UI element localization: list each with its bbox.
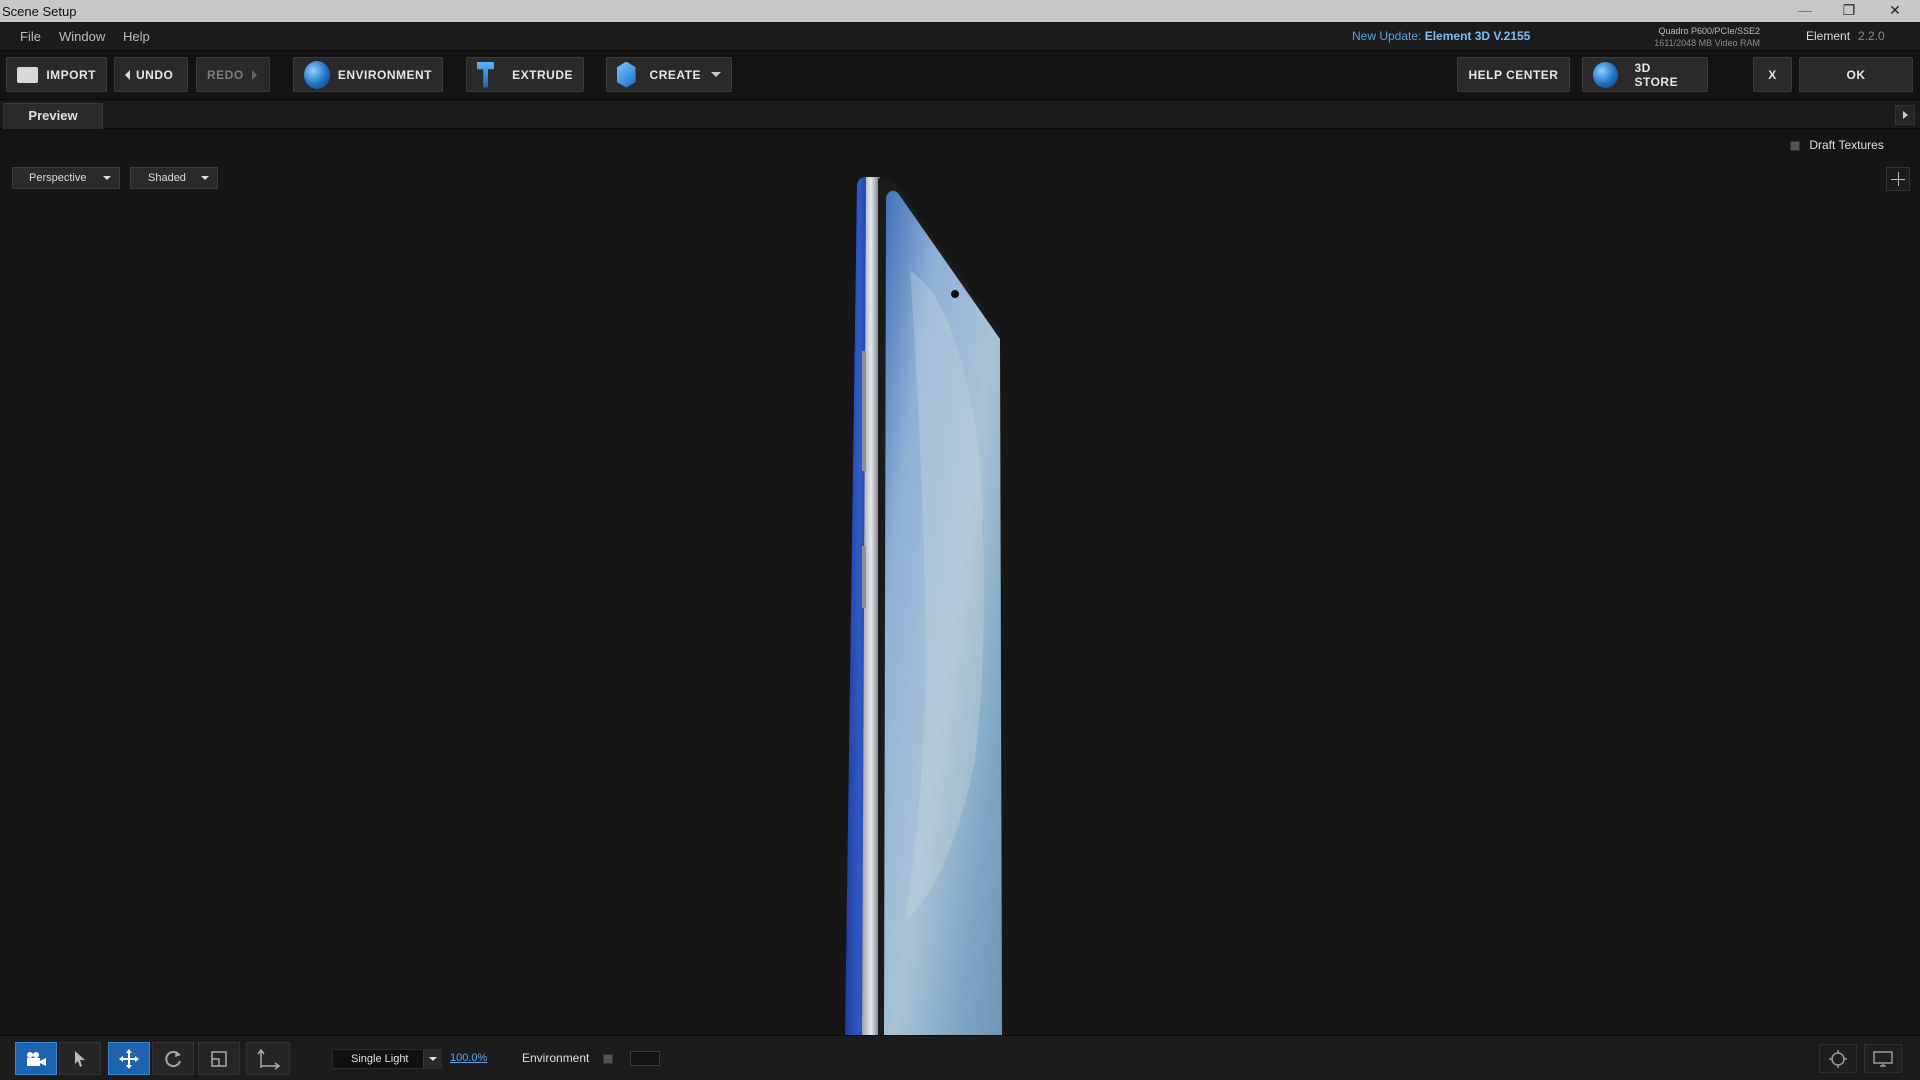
update-notice[interactable]: New Update: Element 3D V.2155 <box>1352 29 1530 43</box>
monitor-icon <box>1873 1050 1893 1067</box>
main-toolbar: IMPORT UNDO REDO ENVIRONMENT EXTRUDE CRE… <box>0 52 1920 100</box>
lighting-preset-value: Single Light <box>351 1053 409 1065</box>
create-label: CREATE <box>649 67 701 82</box>
rotate-tool[interactable] <box>152 1042 194 1075</box>
gpu-name: Quadro P600/PCIe/SSE2 <box>1658 26 1760 36</box>
update-version: Element 3D V.2155 <box>1424 29 1531 43</box>
help-center-button[interactable]: HELP CENTER <box>1457 57 1570 92</box>
chevron-down-icon <box>423 1050 441 1068</box>
store-label: 3D STORE <box>1634 60 1679 89</box>
import-button[interactable]: IMPORT <box>6 57 107 92</box>
redo-button[interactable]: REDO <box>196 57 270 92</box>
rotate-icon <box>165 1050 181 1067</box>
scale-icon <box>211 1050 227 1067</box>
draft-textures-toggle[interactable]: Draft Textures <box>1790 138 1884 152</box>
extrude-t-icon <box>477 61 495 88</box>
front-camera <box>951 290 959 298</box>
camera-tool[interactable] <box>15 1042 57 1075</box>
environment-checkbox[interactable] <box>602 1053 613 1064</box>
preview-options-bar: Draft Textures <box>0 130 1920 160</box>
draft-textures-checkbox[interactable] <box>1790 140 1800 151</box>
display-settings-button[interactable] <box>1864 1044 1902 1073</box>
environment-button[interactable]: ENVIRONMENT <box>293 57 443 92</box>
update-prefix: New Update: <box>1352 29 1422 43</box>
move-tool[interactable] <box>108 1042 150 1075</box>
ok-button[interactable]: OK <box>1799 57 1913 92</box>
environment-toggle-label: Environment <box>522 1051 590 1065</box>
help-center-label: HELP CENTER <box>1468 67 1559 82</box>
select-icon <box>75 1050 85 1067</box>
scale-tool[interactable] <box>198 1042 240 1075</box>
folder-icon <box>17 66 39 83</box>
tab-preview[interactable]: Preview <box>3 103 103 129</box>
menu-file[interactable]: File <box>20 29 41 44</box>
product-version: Element 2.2.0 <box>1806 29 1885 43</box>
select-tool[interactable] <box>59 1042 101 1075</box>
restore-icon[interactable]: ❐ <box>1826 0 1872 22</box>
title-bar: Scene Setup — ❐ ✕ <box>0 0 1920 22</box>
version-number: 2.2.0 <box>1858 29 1885 43</box>
cancel-label: X <box>1768 67 1777 82</box>
render-settings-button[interactable] <box>1819 1044 1857 1073</box>
cancel-button[interactable]: X <box>1753 57 1792 92</box>
undo-arrow-icon <box>125 69 130 80</box>
close-window-icon[interactable]: ✕ <box>1872 0 1918 22</box>
gpu-info: Quadro P600/PCIe/SSE2 1611/2048 MB Video… <box>1640 25 1760 49</box>
menu-help[interactable]: Help <box>123 29 150 44</box>
target-icon <box>1829 1049 1847 1068</box>
bottom-toolbar: Single Light 100.0% Environment <box>0 1035 1920 1080</box>
undo-button[interactable]: UNDO <box>114 57 188 92</box>
menu-bar: File Window Help New Update: Element 3D … <box>0 22 1920 51</box>
phone-model <box>845 176 1003 1035</box>
ok-label: OK <box>1846 67 1866 82</box>
draft-textures-label: Draft Textures <box>1809 138 1884 152</box>
globe-icon <box>304 60 330 89</box>
3d-store-button[interactable]: 3D STORE <box>1582 57 1708 92</box>
camera-icon <box>27 1051 46 1066</box>
lighting-preset-select[interactable]: Single Light <box>332 1049 442 1069</box>
redo-label: REDO <box>207 67 244 82</box>
extrude-label: EXTRUDE <box>512 67 573 82</box>
window-title: Scene Setup <box>2 4 77 19</box>
extrude-button[interactable]: EXTRUDE <box>466 57 584 92</box>
move-icon <box>119 1048 139 1069</box>
store-globe-icon <box>1593 61 1619 88</box>
chevron-down-icon <box>711 72 721 77</box>
expand-panel-icon[interactable] <box>1895 105 1915 125</box>
gpu-ram: 1611/2048 MB Video RAM <box>1654 38 1760 48</box>
panel-tab-bar: Preview <box>0 101 1920 129</box>
menu-window[interactable]: Window <box>59 29 105 44</box>
axis-icon <box>257 1048 280 1070</box>
minimize-icon[interactable]: — <box>1782 0 1828 22</box>
cube-icon <box>617 61 636 88</box>
undo-label: UNDO <box>136 67 174 82</box>
environment-color-swatch[interactable] <box>630 1051 660 1066</box>
environment-label: ENVIRONMENT <box>337 67 432 82</box>
product-name: Element <box>1806 29 1851 43</box>
3d-viewport[interactable]: Perspective Shaded <box>0 161 1920 1035</box>
power-button <box>862 546 866 608</box>
volume-button <box>862 351 866 471</box>
import-label: IMPORT <box>46 67 96 82</box>
light-intensity-value[interactable]: 100.0% <box>450 1052 487 1064</box>
axis-tool[interactable] <box>246 1042 290 1075</box>
redo-arrow-icon <box>251 69 257 80</box>
create-button[interactable]: CREATE <box>606 57 732 92</box>
environment-toggle[interactable]: Environment <box>522 1051 613 1065</box>
